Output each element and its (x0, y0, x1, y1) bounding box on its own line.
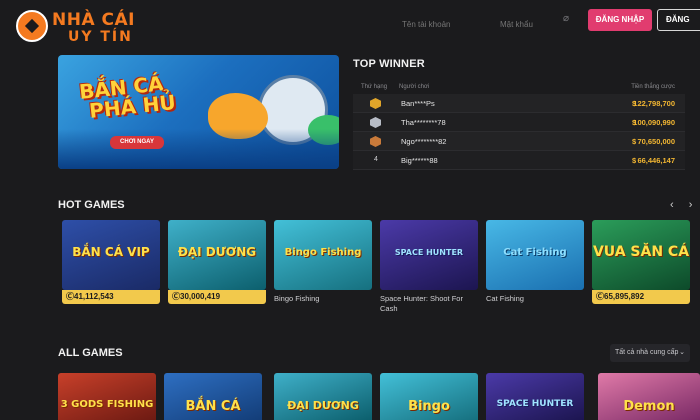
game-thumbnail-title: BẮN CÁ (185, 399, 241, 414)
jackpot-value: 41,112,543 (74, 292, 114, 301)
game-thumbnail[interactable]: 3 GODS FISHING (58, 373, 156, 420)
table-header: Thứ hạng Người chơi Tiền thắng cược (353, 80, 685, 94)
gold-medal-icon (370, 98, 381, 109)
game-card[interactable]: VUA SĂN CÁ Ⓒ65,895,892 (592, 220, 690, 304)
game-name[interactable]: Space Hunter: Shoot For Cash (380, 294, 478, 314)
game-thumbnail-title: Bingo Fishing (284, 247, 362, 258)
column-header-winnings: Tiền thắng cược (631, 84, 675, 90)
game-thumbnail[interactable]: VUA SĂN CÁ (592, 220, 690, 290)
bronze-medal-icon (370, 136, 381, 147)
game-thumbnail-title: SPACE HUNTER (394, 248, 464, 257)
game-thumbnail[interactable]: Demon (598, 373, 700, 420)
register-button[interactable]: ĐĂNG (657, 9, 700, 31)
game-thumbnail[interactable]: SPACE HUNTER (380, 220, 478, 290)
banner-title: BẮN CÁ PHÁ HỦ (78, 71, 177, 123)
player-name: Tha********78 (401, 118, 446, 127)
all-games-title: ALL GAMES (58, 347, 123, 359)
game-thumbnail-title: SPACE HUNTER (496, 399, 574, 409)
player-name: Ngo********82 (401, 137, 447, 146)
winning-amount: 122,798,700 (633, 99, 675, 108)
table-row: Ban****Ps $ 122,798,700 (353, 94, 685, 113)
game-thumbnail-title: Cat Fishing (503, 247, 567, 258)
jackpot-badge: Ⓒ41,112,543 (62, 290, 160, 304)
column-header-player: Người chơi (399, 84, 430, 90)
jackpot-value: 30,000,419 (180, 292, 221, 301)
winning-amount: 100,090,990 (633, 118, 675, 127)
provider-select-value: Tất cả nhà cung cấp (615, 349, 679, 356)
game-thumbnail-title: 3 GODS FISHING (60, 399, 154, 410)
game-name[interactable]: Bingo Fishing (274, 294, 372, 304)
game-card[interactable]: ĐẠI DƯƠNG Ⓒ30,000,419 (168, 220, 266, 304)
rank-number: 4 (374, 156, 378, 163)
carousel-arrows: ‹ › (670, 199, 692, 211)
logo-text-line1: NHÀ CÁI (52, 10, 135, 30)
game-thumbnail-title: BẮN CÁ VIP (72, 245, 150, 259)
game-thumbnail[interactable]: ĐẠI DƯƠNG (168, 220, 266, 290)
game-thumbnail[interactable]: SPACE HUNTER (486, 373, 584, 420)
table-row: 4 Big******88 $ 66,446,147 (353, 151, 685, 170)
login-button[interactable]: ĐĂNG NHẬP (588, 9, 652, 31)
eye-slash-icon[interactable]: ⌀ (563, 13, 569, 24)
game-thumbnail-title: ĐẠI DƯƠNG (177, 245, 257, 259)
top-winner-title: TOP WINNER (353, 58, 425, 70)
winning-amount: 70,650,000 (637, 137, 675, 146)
player-name: Ban****Ps (401, 99, 435, 108)
table-row: Ngo********82 $ 70,650,000 (353, 132, 685, 151)
game-name[interactable]: Cat Fishing (486, 294, 584, 304)
logo-text-line2: UY TÍN (68, 29, 133, 45)
game-thumbnail-title: VUA SĂN CÁ (592, 244, 690, 260)
currency-symbol: $ (632, 137, 637, 146)
game-card[interactable]: SPACE HUNTER Space Hunter: Shoot For Cas… (380, 220, 478, 314)
jackpot-badge: Ⓒ65,895,892 (592, 290, 690, 304)
game-card[interactable]: BẮN CÁ VIP Ⓒ41,112,543 (62, 220, 160, 304)
silver-medal-icon (370, 117, 381, 128)
game-thumbnail[interactable]: Bingo (380, 373, 478, 420)
table-row: Tha********78 $ 100,090,990 (353, 113, 685, 132)
play-now-button[interactable]: CHƠI NGAY (110, 136, 164, 149)
game-thumbnail-title: Bingo (408, 399, 450, 414)
banner-sea-gradient (58, 129, 339, 169)
game-thumbnail-title: ĐẠI DƯƠNG (287, 399, 359, 412)
game-thumbnail[interactable]: Cat Fishing (486, 220, 584, 290)
currency-symbol: $ (632, 156, 637, 165)
top-winner-table: Thứ hạng Người chơi Tiền thắng cược Ban*… (353, 80, 685, 170)
page: NHÀ CÁI UY TÍN ⌀ ĐĂNG NHẬP ĐĂNG BẮN CÁ P… (0, 0, 700, 420)
game-thumbnail[interactable]: ĐẠI DƯƠNG (274, 373, 372, 420)
provider-select[interactable]: Tất cả nhà cung cấp ⌄ (610, 344, 690, 362)
soccer-ball-icon (16, 10, 48, 42)
chevron-right-icon[interactable]: › (689, 199, 693, 211)
game-card[interactable]: Bingo Fishing Bingo Fishing (274, 220, 372, 304)
password-input[interactable] (500, 10, 562, 32)
player-name: Big******88 (401, 156, 438, 165)
promo-banner[interactable]: BẮN CÁ PHÁ HỦ CHƠI NGAY (58, 55, 339, 169)
game-thumbnail[interactable]: BẮN CÁ VIP (62, 220, 160, 290)
site-logo[interactable]: NHÀ CÁI UY TÍN (16, 8, 144, 45)
game-card[interactable]: Cat Fishing Cat Fishing (486, 220, 584, 304)
winning-amount: 66,446,147 (637, 156, 675, 165)
username-input[interactable] (402, 10, 490, 32)
jackpot-value: 65,895,892 (604, 292, 645, 301)
chevron-down-icon: ⌄ (679, 349, 685, 356)
game-thumbnail[interactable]: Bingo Fishing (274, 220, 372, 290)
chevron-left-icon[interactable]: ‹ (670, 199, 674, 211)
column-header-rank: Thứ hạng (361, 84, 388, 90)
game-thumbnail[interactable]: BẮN CÁ (164, 373, 262, 420)
game-thumbnail-title: Demon (623, 399, 675, 414)
header: NHÀ CÁI UY TÍN ⌀ ĐĂNG NHẬP ĐĂNG (0, 0, 700, 45)
jackpot-badge: Ⓒ30,000,419 (168, 290, 266, 304)
hot-games-title: HOT GAMES (58, 199, 125, 211)
